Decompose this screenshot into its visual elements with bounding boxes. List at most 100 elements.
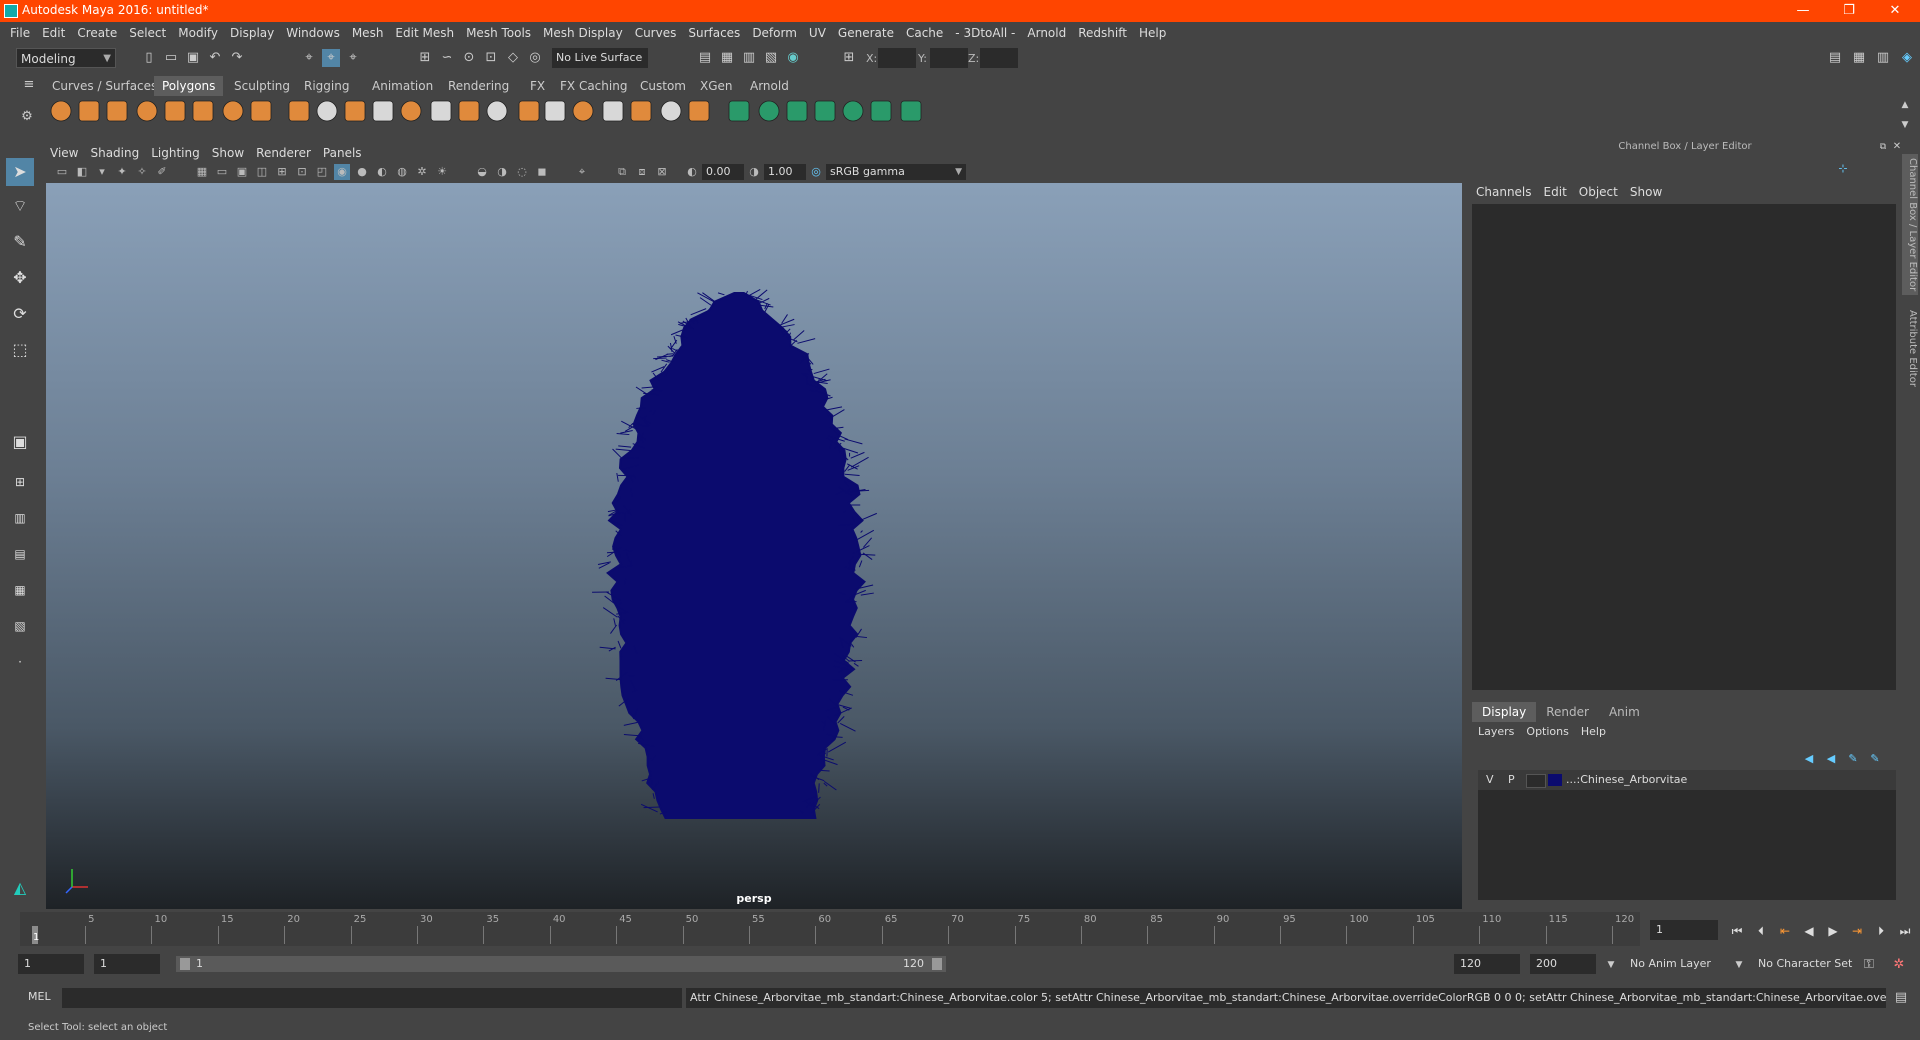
bookmark-icon[interactable]: ▾ [94,164,110,180]
multi-cut-icon[interactable] [486,100,508,122]
new-layer-icon[interactable]: ✎ [1844,750,1862,768]
isolate-select-icon[interactable]: ⌖ [574,164,590,180]
layer-tab-display[interactable]: Display [1472,702,1537,722]
arborvitae-model[interactable] [46,183,1462,909]
menu-curves[interactable]: Curves [629,22,683,44]
layer-color-swatch[interactable] [1548,774,1562,786]
snap-curve-icon[interactable]: ∽ [438,49,456,67]
persp-graph-layout-icon[interactable]: ▤ [6,540,34,568]
menu-display[interactable]: Display [224,22,280,44]
step-forward-frame-icon[interactable]: ⏵ [1872,922,1890,940]
textured-icon[interactable]: ◍ [394,164,410,180]
play-forwards-icon[interactable]: ▶ [1824,922,1842,940]
script-editor-icon[interactable]: ▤ [1892,989,1910,1007]
four-view-layout-icon[interactable]: ⊞ [6,468,34,496]
menu-mesh-tools[interactable]: Mesh Tools [460,22,537,44]
exposure-field[interactable]: 0.00 [702,164,744,180]
layer-tab-anim[interactable]: Anim [1599,702,1650,722]
start-time-field[interactable]: 1 [18,954,84,974]
step-forward-key-icon[interactable]: ⇥ [1848,922,1866,940]
motion-blur-icon[interactable]: ◑ [494,164,510,180]
step-back-key-icon[interactable]: ⇤ [1776,922,1794,940]
multisample-aa-icon[interactable]: ◌ [514,164,530,180]
grease-pencil-icon[interactable]: ✐ [154,164,170,180]
hypershade-icon[interactable]: ◉ [784,49,802,67]
extrude-icon[interactable] [458,100,480,122]
gate-mask-icon[interactable]: ◫ [254,164,270,180]
menu-file[interactable]: File [4,22,36,44]
z-input[interactable] [980,48,1018,68]
move-layer-down-icon[interactable]: ◀ [1822,750,1840,768]
transform-constraint-icon[interactable]: ⊞ [840,49,858,67]
select-hierarchy-icon[interactable]: ⌖ [300,49,318,67]
shadows-icon[interactable]: ☀ [434,164,450,180]
exposure-icon[interactable]: ◐ [684,164,700,180]
snap-live-icon[interactable]: ◎ [526,49,544,67]
menu-edit[interactable]: Edit [36,22,71,44]
custom-layout-icon[interactable]: · [6,648,34,676]
select-camera-icon[interactable]: ▭ [54,164,70,180]
layer-row[interactable]: V P ...:Chinese_Arborvitae [1478,770,1896,790]
select-component-icon[interactable]: ⌖ [344,49,362,67]
modeling-toolkit-icon[interactable]: ▤ [1826,49,1844,67]
channel-box-toggle-icon[interactable]: ◈ [1898,49,1916,67]
snap-grid-icon[interactable]: ⊞ [416,49,434,67]
layer-visibility-toggle[interactable]: V [1486,770,1494,790]
mel-language-toggle[interactable]: MEL [28,990,51,1003]
smooth-icon[interactable] [372,100,394,122]
snap-point-icon[interactable]: ⊙ [460,49,478,67]
shelf-scroll-up-icon[interactable]: ▲ [1896,96,1914,114]
insert-edgeloop-icon[interactable] [518,100,540,122]
move-layer-up-icon[interactable]: ◀ [1800,750,1818,768]
current-frame-field[interactable]: 1 [1650,920,1718,940]
menu-mesh[interactable]: Mesh [346,22,390,44]
minimize-button[interactable]: — [1780,0,1826,22]
playback-end-field[interactable]: 120 [1454,954,1520,974]
persp-hypershade-layout-icon[interactable]: ▧ [6,612,34,640]
film-gate-icon[interactable]: ▭ [214,164,230,180]
layer-playback-toggle[interactable]: P [1508,770,1515,790]
y-input[interactable] [930,48,968,68]
snap-surface-icon[interactable]: ◇ [504,49,522,67]
poly-cylinder-icon[interactable] [106,100,128,122]
shelf-tab-custom[interactable]: Custom [632,76,694,96]
snap-view-icon[interactable]: ⊡ [482,49,500,67]
go-to-end-icon[interactable]: ⏭ [1896,922,1914,940]
image-plane-icon[interactable]: ✦ [114,164,130,180]
panel-menu-shading[interactable]: Shading [84,143,145,163]
poly-plane-icon[interactable] [164,100,186,122]
channel-box-menu-edit[interactable]: Edit [1538,182,1573,202]
channel-settings-icon[interactable]: ⊹ [1834,160,1852,178]
automatic-uv-icon[interactable] [630,100,652,122]
tool-settings-toggle-icon[interactable]: ▥ [1874,49,1892,67]
layer-menu-options[interactable]: Options [1520,722,1574,742]
select-tool-icon[interactable]: ➤ [6,158,34,186]
layout-uv-icon[interactable] [870,100,892,122]
menu-create[interactable]: Create [71,22,123,44]
gamma-field[interactable]: 1.00 [764,164,806,180]
channel-box-menu-channels[interactable]: Channels [1470,182,1538,202]
lasso-tool-icon[interactable]: ⌔ [6,192,34,220]
smooth-shade-icon[interactable]: ● [354,164,370,180]
anim-layer-select[interactable]: No Anim Layer [1624,954,1744,974]
new-scene-icon[interactable]: ▯ [140,49,158,67]
mel-command-input[interactable] [62,988,682,1008]
time-slider[interactable]: 5 10 15 20 25 30 35 40 45 50 55 60 65 70 75 80 85 90 95 100… [20,912,1640,946]
panel-menu-lighting[interactable]: Lighting [145,143,206,163]
menu-arnold[interactable]: Arnold [1021,22,1072,44]
panel-menu-view[interactable]: View [44,143,84,163]
gamma-icon[interactable]: ◑ [746,164,762,180]
shelf-gear-icon[interactable]: ⚙ [18,108,36,126]
end-time-field[interactable]: 200 [1530,954,1596,974]
chevron-down-icon[interactable]: ▼ [1730,956,1748,974]
menu-uv[interactable]: UV [803,22,832,44]
bridge-icon[interactable] [430,100,452,122]
undo-icon[interactable]: ↶ [206,49,224,67]
shelf-tab-sculpting[interactable]: Sculpting [226,76,298,96]
menu-modify[interactable]: Modify [172,22,224,44]
shelf-menu-icon[interactable]: ≡ [20,76,38,94]
x-input[interactable] [878,48,916,68]
poly-sphere-icon[interactable] [50,100,72,122]
grid-toggle-icon[interactable]: ▦ [194,164,210,180]
layer-menu-layers[interactable]: Layers [1472,722,1520,742]
